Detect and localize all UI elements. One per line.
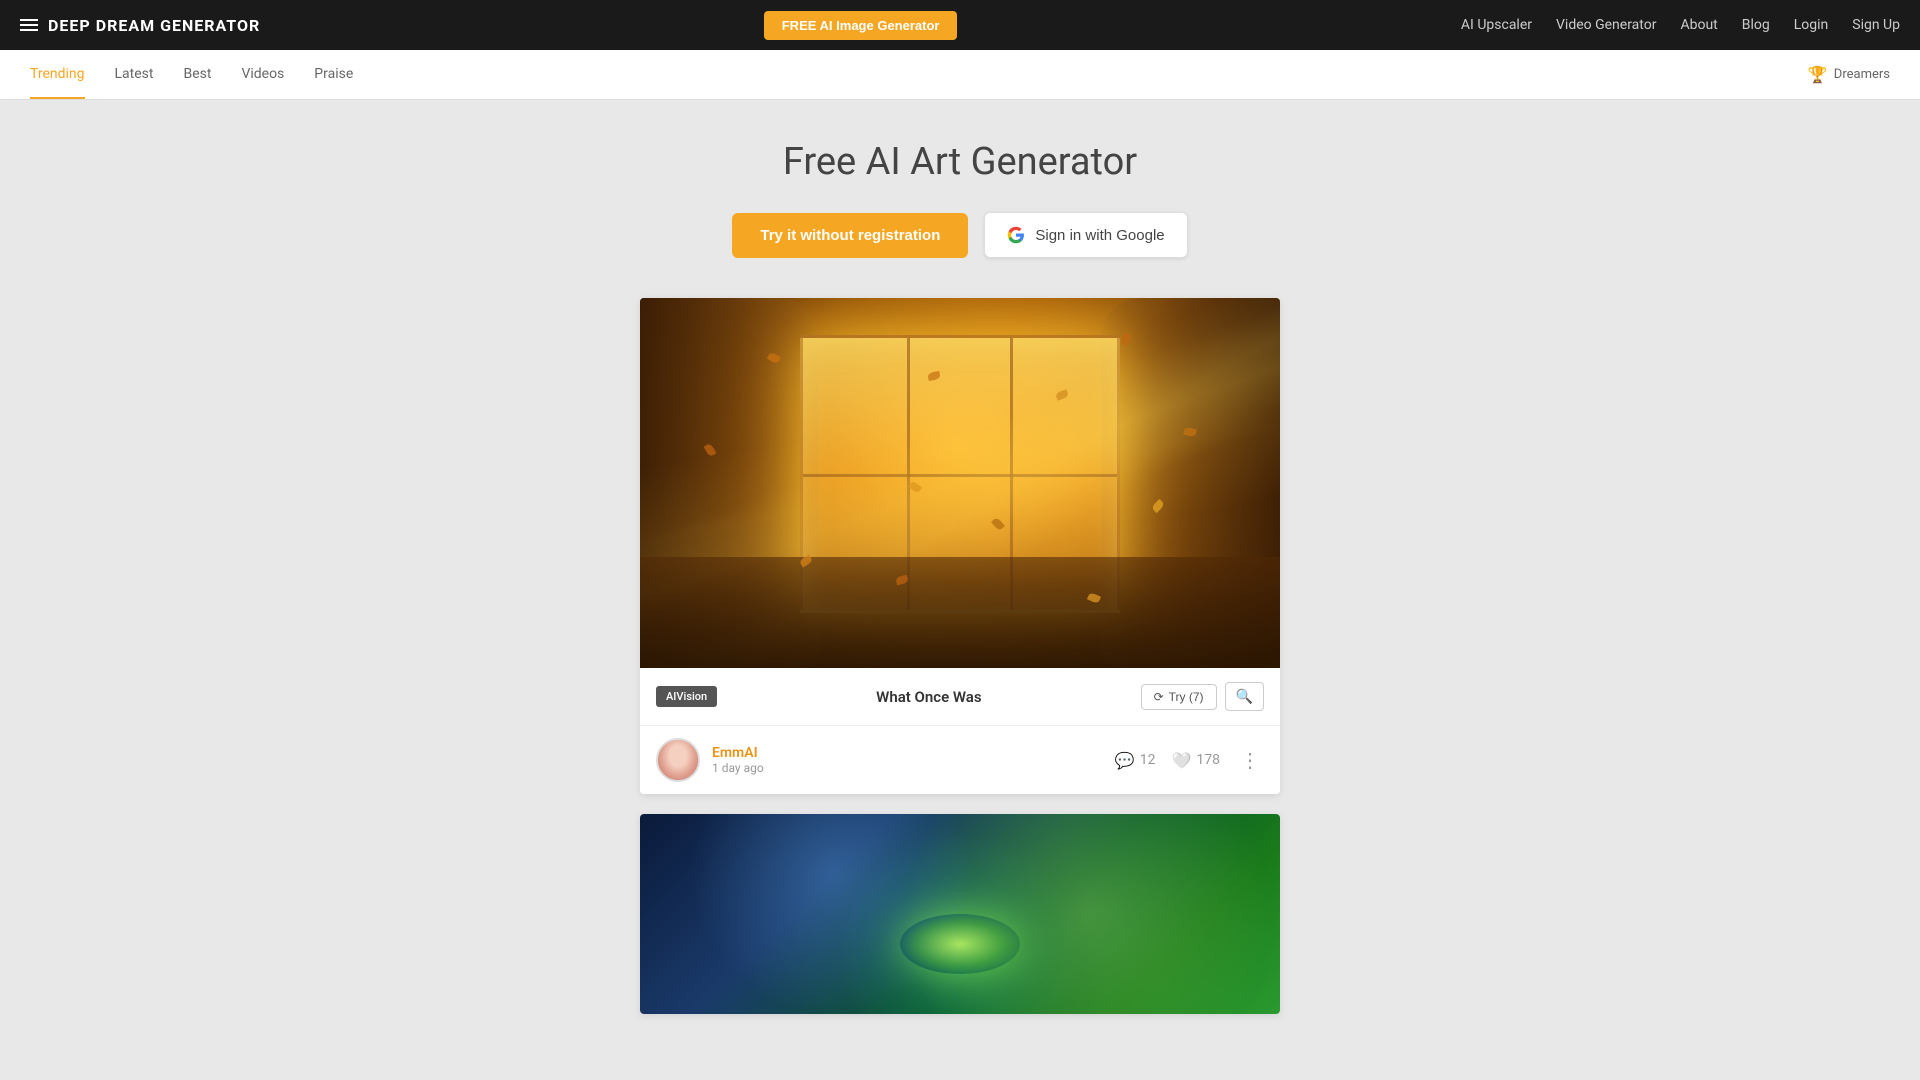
navbar: DEEP DREAM GENERATOR FREE AI Image Gener… xyxy=(0,0,1920,50)
nav-blog[interactable]: Blog xyxy=(1742,17,1770,33)
user-time: 1 day ago xyxy=(712,761,764,775)
tab-praise[interactable]: Praise xyxy=(314,50,353,99)
search-image-button[interactable]: 🔍 xyxy=(1225,682,1264,711)
hero-buttons: Try it without registration Sign in with… xyxy=(20,212,1900,258)
floor xyxy=(640,557,1280,668)
brand-text: DEEP DREAM GENERATOR xyxy=(48,16,260,35)
brand[interactable]: DEEP DREAM GENERATOR xyxy=(20,16,260,35)
navbar-center: FREE AI Image Generator xyxy=(280,11,1441,40)
glow-effect xyxy=(900,914,1020,974)
user-name[interactable]: EmmAI xyxy=(712,745,764,761)
nav-signup[interactable]: Sign Up xyxy=(1852,17,1900,33)
like-count: 178 xyxy=(1196,752,1220,768)
featured-image-card: AIVision What Once Was ⟳ Try (7) 🔍 EmmAI xyxy=(640,298,1280,794)
tab-latest[interactable]: Latest xyxy=(115,50,154,99)
sign-in-google-button[interactable]: Sign in with Google xyxy=(984,212,1187,258)
likes-stat[interactable]: 🤍 178 xyxy=(1171,751,1220,770)
main-content: AIVision What Once Was ⟳ Try (7) 🔍 EmmAI xyxy=(620,288,1300,1054)
search-icon: 🔍 xyxy=(1236,688,1253,704)
dreamers-label: Dreamers xyxy=(1834,67,1890,82)
nav-login[interactable]: Login xyxy=(1794,17,1829,33)
google-logo-icon xyxy=(1007,226,1025,244)
avatar[interactable] xyxy=(656,738,700,782)
nav-video-generator[interactable]: Video Generator xyxy=(1556,17,1656,33)
tab-best[interactable]: Best xyxy=(183,50,211,99)
free-ai-button[interactable]: FREE AI Image Generator xyxy=(764,11,958,40)
heart-icon: 🤍 xyxy=(1171,751,1191,770)
tab-videos[interactable]: Videos xyxy=(241,50,284,99)
subnav-tabs: Trending Latest Best Videos Praise xyxy=(30,50,353,99)
try-count-label: Try (7) xyxy=(1169,690,1204,704)
user-stats: 💬 12 🤍 178 ⋮ xyxy=(1115,744,1264,776)
try-style-button[interactable]: ⟳ Try (7) xyxy=(1141,684,1217,710)
image-title: What Once Was xyxy=(876,688,981,706)
second-image[interactable] xyxy=(640,814,1280,1014)
hero-section: Free AI Art Generator Try it without reg… xyxy=(0,100,1920,288)
user-details: EmmAI 1 day ago xyxy=(712,745,764,775)
hero-title: Free AI Art Generator xyxy=(20,140,1900,184)
try-without-registration-button[interactable]: Try it without registration xyxy=(732,213,968,258)
comment-icon: 💬 xyxy=(1115,751,1135,770)
google-btn-label: Sign in with Google xyxy=(1035,227,1164,244)
subnav: Trending Latest Best Videos Praise 🏆 Dre… xyxy=(0,50,1920,100)
card-actions: ⟳ Try (7) 🔍 xyxy=(1141,682,1264,711)
comments-stat[interactable]: 💬 12 xyxy=(1115,751,1156,770)
nav-ai-upscaler[interactable]: AI Upscaler xyxy=(1461,17,1532,33)
user-row: EmmAI 1 day ago 💬 12 🤍 178 ⋮ xyxy=(640,725,1280,794)
second-image-card xyxy=(640,814,1280,1014)
featured-image[interactable] xyxy=(640,298,1280,668)
tab-trending[interactable]: Trending xyxy=(30,50,85,99)
hamburger-icon[interactable] xyxy=(20,19,38,31)
user-info: EmmAI 1 day ago xyxy=(656,738,764,782)
trophy-icon: 🏆 xyxy=(1808,65,1828,84)
dreamers-badge[interactable]: 🏆 Dreamers xyxy=(1808,65,1890,84)
more-options-button[interactable]: ⋮ xyxy=(1236,744,1264,776)
recycle-icon: ⟳ xyxy=(1154,690,1164,704)
card-footer: AIVision What Once Was ⟳ Try (7) 🔍 xyxy=(640,668,1280,725)
avatar-face xyxy=(658,740,698,780)
nav-about[interactable]: About xyxy=(1680,17,1717,33)
navbar-links: AI Upscaler Video Generator About Blog L… xyxy=(1461,17,1900,33)
style-badge[interactable]: AIVision xyxy=(656,686,717,707)
comment-count: 12 xyxy=(1140,752,1156,768)
